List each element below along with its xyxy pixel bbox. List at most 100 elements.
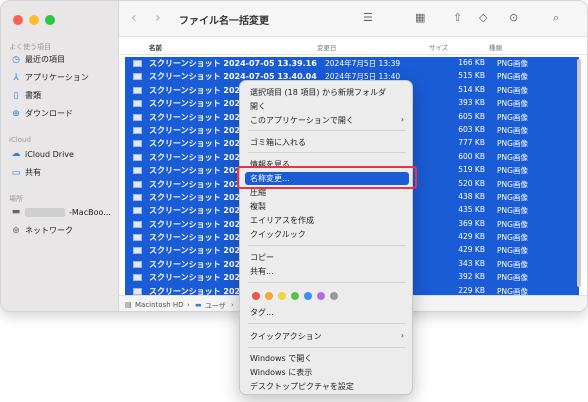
image-file-icon	[133, 274, 142, 282]
file-name: スクリーンショット 2024	[149, 166, 246, 176]
file-size: 515 KB	[458, 71, 485, 81]
menu-quick-look[interactable]: クイックルック	[250, 229, 306, 240]
zoom-button[interactable]	[45, 15, 55, 25]
column-date[interactable]: 変更日	[317, 42, 337, 52]
file-name: スクリーンショット 2024	[149, 273, 246, 283]
sidebar-item-label: -MacBoo...	[69, 207, 111, 217]
search-icon[interactable]: ⌕	[553, 11, 559, 25]
tag-color-purple[interactable]	[317, 292, 325, 300]
file-size: 520 KB	[458, 178, 485, 188]
tag-color-blue[interactable]	[304, 292, 312, 300]
tag-color-red[interactable]	[252, 292, 260, 300]
file-size: 229 KB	[458, 285, 485, 295]
list-view-icon[interactable]: ☰	[363, 11, 373, 24]
sidebar-item-label: ネットワーク	[25, 226, 73, 235]
sidebar-item-documents[interactable]: ▯ 書類	[11, 90, 41, 101]
path-disk[interactable]: Macintosh HD	[135, 301, 184, 309]
file-name: スクリーンショット 2024	[149, 125, 246, 135]
sidebar-item-recents[interactable]: ◷ 最近の項目	[11, 54, 65, 65]
menu-tags[interactable]: タグ...	[250, 307, 274, 318]
image-file-icon	[133, 100, 142, 108]
file-row[interactable]: スクリーンショット 2024-07-05 13.39.16 2024年7月5日 1…	[125, 57, 579, 71]
column-size[interactable]: サイズ	[429, 42, 448, 52]
group-icon[interactable]: ▦	[415, 11, 425, 24]
file-kind: PNG画像	[497, 259, 528, 269]
tag-color-gray[interactable]	[330, 292, 338, 300]
sidebar-item-downloads[interactable]: ⊕ ダウンロード	[11, 108, 73, 119]
action-menu-icon[interactable]: ⊙	[509, 11, 518, 24]
cloud-icon: ☁	[11, 149, 21, 159]
menu-open[interactable]: 開く	[250, 101, 266, 112]
column-kind[interactable]: 種類	[489, 42, 502, 52]
column-name[interactable]: 名前	[149, 42, 162, 52]
sidebar-item-icloud-drive[interactable]: ☁ iCloud Drive	[11, 149, 74, 159]
redacted-computer-name	[25, 207, 65, 217]
sidebar-section-locations: 場所	[9, 195, 23, 203]
menu-open-in-windows[interactable]: Windows で開く	[250, 353, 312, 364]
image-file-icon	[133, 287, 142, 295]
file-size: 777 KB	[458, 138, 485, 148]
close-button[interactable]	[13, 15, 23, 25]
sidebar-item-shared[interactable]: ▭ 共有	[11, 167, 41, 178]
menu-copy[interactable]: コピー	[250, 252, 274, 263]
image-file-icon	[133, 247, 142, 255]
menu-set-desktop-picture[interactable]: デスクトップピクチャを設定	[250, 381, 354, 392]
menu-show-in-windows[interactable]: Windows に表示	[250, 367, 312, 378]
tag-color-green[interactable]	[291, 292, 299, 300]
back-icon[interactable]: ‹	[131, 10, 137, 26]
sidebar-item-label: iCloud Drive	[25, 149, 74, 159]
submenu-chevron-icon: ›	[400, 331, 404, 340]
file-size: 605 KB	[458, 111, 485, 121]
menu-separator	[248, 347, 406, 348]
file-name: スクリーンショット 2024	[149, 192, 246, 202]
menu-separator	[248, 245, 406, 246]
sidebar-item-applications[interactable]: ⅄ アプリケーション	[11, 72, 89, 83]
file-name: スクリーンショット 2024	[149, 233, 246, 243]
image-file-icon	[133, 167, 142, 175]
file-size: 343 KB	[458, 258, 485, 268]
globe-icon: ⊛	[12, 225, 20, 236]
file-name: スクリーンショット 2024-07-05 13.39.16	[149, 59, 317, 68]
image-file-icon	[133, 86, 142, 94]
sidebar-item-label: 最近の項目	[25, 55, 65, 64]
file-name: スクリーンショット 2024	[149, 112, 246, 122]
file-kind: PNG画像	[497, 219, 528, 229]
column-header: 名前 変更日 サイズ 種類	[119, 37, 587, 55]
minimize-button[interactable]	[29, 15, 39, 25]
tag-color-yellow[interactable]	[278, 292, 286, 300]
file-size: 369 KB	[458, 218, 485, 228]
file-kind: PNG画像	[497, 179, 528, 189]
menu-share[interactable]: 共有...	[250, 266, 274, 277]
file-kind: PNG画像	[497, 166, 528, 176]
image-file-icon	[133, 193, 142, 201]
disk-icon: ▤	[125, 301, 132, 309]
download-icon: ⊕	[12, 108, 20, 119]
file-kind: PNG画像	[497, 72, 528, 82]
file-name: スクリーンショット 2024	[149, 246, 246, 256]
scrollbar[interactable]	[577, 59, 581, 287]
forward-icon[interactable]: ›	[155, 10, 161, 26]
sidebar-item-macbook[interactable]: ▬ -MacBoo...	[11, 207, 111, 217]
menu-make-alias[interactable]: エイリアスを作成	[250, 215, 314, 226]
file-kind: PNG画像	[497, 206, 528, 216]
menu-duplicate[interactable]: 複製	[250, 201, 266, 212]
context-menu: 選択項目 (18 項目) から新規フォルダ 開く このアプリケーションで開く ›…	[239, 80, 413, 395]
tag-color-orange[interactable]	[265, 292, 273, 300]
image-file-icon	[133, 207, 142, 215]
menu-quick-actions[interactable]: クイックアクション	[250, 331, 322, 342]
image-file-icon	[133, 180, 142, 188]
window-title: ファイル名一括変更	[179, 16, 269, 27]
file-kind: PNG画像	[497, 112, 528, 122]
file-size: 600 KB	[458, 151, 485, 161]
sidebar-item-network[interactable]: ⊛ ネットワーク	[11, 225, 73, 236]
tag-icon[interactable]: ◇	[479, 11, 487, 24]
path-users[interactable]: ユーザ	[205, 301, 226, 311]
file-kind: PNG画像	[497, 139, 528, 149]
file-date: 2024年7月5日 13:39	[325, 59, 401, 68]
menu-new-folder-with-selection[interactable]: 選択項目 (18 項目) から新規フォルダ	[250, 87, 386, 98]
file-name: スクリーンショット 2024	[149, 85, 246, 95]
menu-open-with[interactable]: このアプリケーションで開く	[250, 115, 354, 126]
file-size: 429 KB	[458, 245, 485, 255]
share-icon[interactable]: ⇧	[453, 11, 462, 24]
menu-move-to-trash[interactable]: ゴミ箱に入れる	[250, 137, 306, 148]
